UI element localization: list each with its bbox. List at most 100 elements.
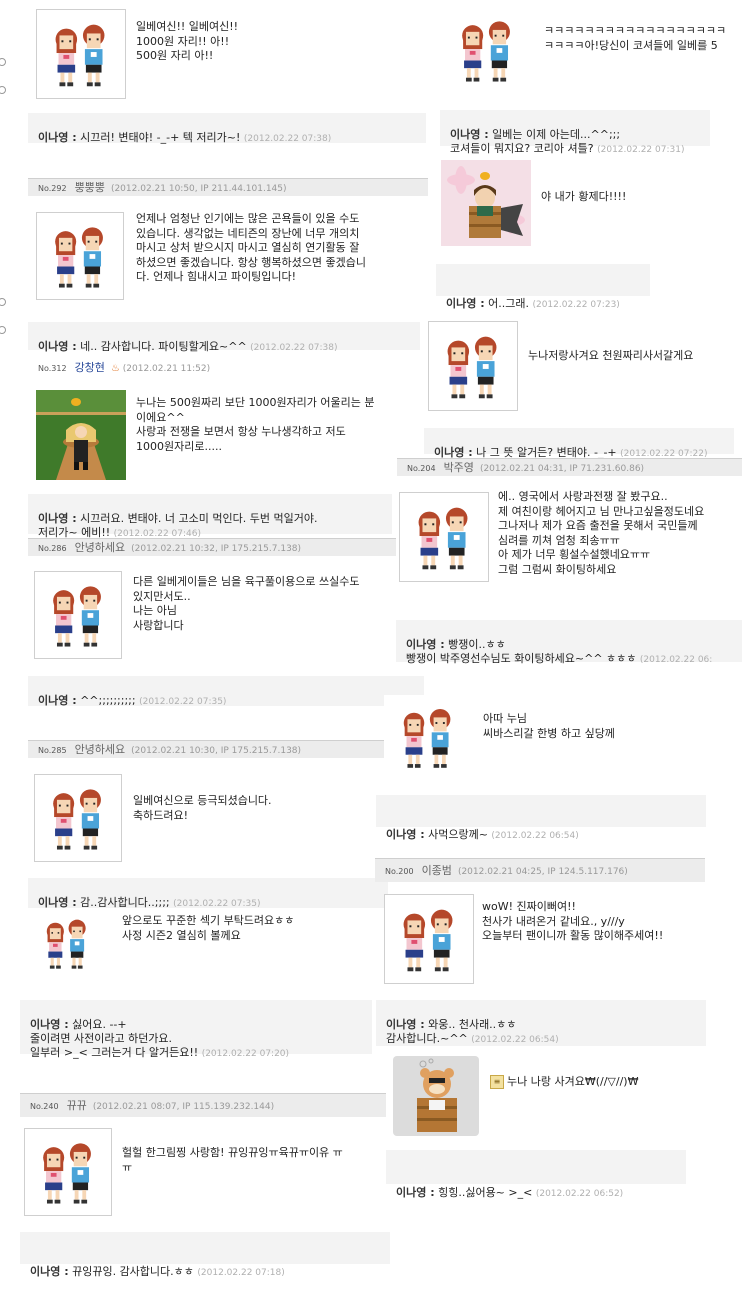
reply-box: 이나영 : 힝힝..싫어용~ >_< (2012.02.22 06:52) xyxy=(386,1150,686,1199)
comment-text: ㅋㅋㅋㅋㅋㅋㅋㅋㅋㅋㅋㅋㅋㅋㅋㅋㅋㅋ ㅋㅋㅋㅋ아!당신이 코셔들에 일베를 5 xyxy=(544,24,727,52)
reply-text: 시끄러! 변태야! -_-+ 텍 저리가~! xyxy=(80,131,241,144)
post-meta: (2012.02.21 11:52) xyxy=(122,364,211,374)
comment-text: 다른 일베게이들은 님을 육구풀이용으로 쓰실수도 있지만서도.. 나는 아님 … xyxy=(133,575,360,632)
reply-box: 이나영 : 일베는 이제 아는데...^^;;; 코셔들이 뭐지요? 코리아 셔… xyxy=(440,110,710,155)
comment-text: 헐헐 한그림찡 사랑함! 뀨잉뀨잉ㅠ육뀨ㅠ이유 ㅠ ㅠ xyxy=(122,1146,343,1174)
reply-time: (2012.02.22 07:18) xyxy=(197,1268,285,1278)
post-number: No.204 xyxy=(407,464,436,473)
reply-time: (2012.02.22 06:54) xyxy=(491,831,579,841)
reply-box: 이나영 : 싫어요. --+ 줄이려면 사전이라고 하던가요. 일부러 >_< … xyxy=(20,1000,372,1059)
reply-box: 이나영 : 뀨잉뀨잉. 감사합니다.ㅎㅎ (2012.02.22 07:18) xyxy=(20,1232,390,1278)
post-number: No.200 xyxy=(385,867,414,876)
reply-box: 이나영 : 시끄러! 변태야! -_-+ 텍 저리가~! (2012.02.22… xyxy=(28,113,426,144)
comment-text: 야 내가 황제다!!!! xyxy=(541,190,627,203)
avatar xyxy=(444,7,532,95)
comment-text: woW! 진짜이뻐여!! 천사가 내려온거 같네요., y///y 오늘부터 팬… xyxy=(482,900,664,942)
post-number: No.240 xyxy=(30,1102,59,1111)
author-name[interactable]: 이종범 xyxy=(422,864,452,877)
comment-text: 일베여신!! 일베여신!! 1000원 자리!! 아!! 500원 자리 아!! xyxy=(136,20,239,62)
reply-author: 이나영 : xyxy=(30,1018,69,1031)
reply-time: (2012.02.22 07:23) xyxy=(532,300,620,310)
edge-dot xyxy=(0,326,6,334)
post-meta: (2012.02.21 10:50, IP 211.44.101.145) xyxy=(110,184,287,194)
edge-dot xyxy=(0,86,6,94)
edge-dot xyxy=(0,298,6,306)
reply-time: (2012.02.22 06: xyxy=(639,655,713,665)
reply-time: (2012.02.22 07:20) xyxy=(201,1049,290,1059)
avatar xyxy=(24,908,112,978)
reply-time: (2012.02.22 07:38) xyxy=(250,343,338,353)
avatar xyxy=(36,212,124,300)
reply-box: 이나영 : 감..감사합니다..;;;; (2012.02.22 07:35) xyxy=(28,878,388,909)
post-meta: (2012.02.21 10:32, IP 175.215.7.138) xyxy=(131,544,302,554)
reply-box: 이나영 : 와웅.. 천사래..ㅎㅎ 감사합니다.~^^ (2012.02.22… xyxy=(376,1000,706,1046)
comment-header: No.204 박주영 (2012.02.21 04:31, IP 71.231.60… xyxy=(397,458,742,476)
reply-box: 이나영 : 나 그 뜻 알거든? 변태야. -_-+ (2012.02.22 0… xyxy=(424,428,734,459)
avatar xyxy=(36,9,126,99)
note-icon: ≡ xyxy=(490,1075,504,1089)
post-number: No.312 xyxy=(38,364,67,373)
comment-text: 에.. 영국에서 사랑과전쟁 잘 봤구요.. 제 여친이랑 헤어지고 님 만나고… xyxy=(498,490,705,576)
comment-header: No.286 안녕하세요 (2012.02.21 10:32, IP 175.215… xyxy=(28,538,396,556)
reply-time: (2012.02.22 06:52) xyxy=(535,1189,624,1199)
reply-author: 이나영 : xyxy=(38,131,77,144)
post-meta: (2012.02.21 04:31, IP 71.231.60.86) xyxy=(479,464,645,474)
post-meta: (2012.02.21 04:25, IP 124.5.117.176) xyxy=(457,867,628,877)
baseball-avatar xyxy=(36,390,126,480)
reply-text: 사먹으랑께~ xyxy=(428,828,488,841)
avatar xyxy=(34,571,122,659)
comment-text: 앞으로도 꾸준한 섹기 부탁드려요ㅎㅎ 사정 시즌2 열심히 볼께요 xyxy=(122,914,295,942)
comment-text: 언제나 엄청난 인기에는 많은 곤욕들이 있을 수도 있습니다. 생각없는 네티… xyxy=(136,212,367,283)
reply-author: 이나영 : xyxy=(406,638,445,651)
reply-author: 이나영 : xyxy=(396,1186,435,1199)
reply-author: 이나영 : xyxy=(38,340,77,353)
author-name[interactable]: 강창현 xyxy=(75,361,105,374)
reply-time: (2012.02.22 07:31) xyxy=(597,145,685,155)
reply-time: (2012.02.22 07:35) xyxy=(139,697,227,707)
author-name[interactable]: 안녕하세요 xyxy=(75,743,126,756)
author-name[interactable]: 뀨뀨 xyxy=(67,1099,87,1112)
reply-author: 이나영 : xyxy=(38,512,77,525)
comment-text: 일베여신으로 등극되셨습니다. 축하드려요! xyxy=(133,794,272,822)
reply-text: ^^;;;;;;;;;; xyxy=(80,694,136,707)
reply-box: 이나영 : 네.. 감사합니다. 파이팅할게요~^^ (2012.02.22 0… xyxy=(28,322,420,353)
avatar xyxy=(384,695,474,781)
comment-header: No.240 뀨뀨 (2012.02.21 08:07, IP 115.139.23… xyxy=(20,1093,386,1117)
reply-text: 힝힝..싫어용~ >_< xyxy=(438,1186,533,1199)
avatar xyxy=(24,1128,112,1216)
reply-box: 이나영 : 사먹으랑께~ (2012.02.22 06:54) xyxy=(376,795,706,841)
avatar xyxy=(428,321,518,411)
post-meta: (2012.02.21 10:30, IP 175.215.7.138) xyxy=(131,746,302,756)
post-number: No.285 xyxy=(38,746,67,755)
reply-author: 이나영 : xyxy=(446,297,485,310)
comment-header: No.200 이종범 (2012.02.21 04:25, IP 124.5.117… xyxy=(375,858,705,882)
reply-text: 어..그래. xyxy=(488,297,529,310)
reply-time: (2012.02.22 06:54) xyxy=(471,1035,559,1045)
reply-box: 이나영 : ^^;;;;;;;;;; (2012.02.22 07:35) xyxy=(28,676,424,707)
reply-text: 네.. 감사합니다. 파이팅할게요~^^ xyxy=(80,340,247,353)
author-name[interactable]: 뿡뿡뿡 xyxy=(75,181,105,194)
flower-avatar xyxy=(441,160,531,246)
avatar xyxy=(384,894,474,984)
comment-header: No.285 안녕하세요 (2012.02.21 10:30, IP 175.215… xyxy=(28,740,396,758)
comment-text: 누나는 500원짜리 보단 1000원자리가 어울리는 분 이에요^^ 사랑과 … xyxy=(136,396,375,453)
fire-icon: ♨ xyxy=(110,363,120,374)
reply-box: 이나영 : 어..그래. (2012.02.22 07:23) xyxy=(436,264,650,310)
edge-dot xyxy=(0,58,6,66)
reply-text: 뀨잉뀨잉. 감사합니다.ㅎㅎ xyxy=(72,1265,194,1278)
comment-text: 누나 나랑 사겨요₩(//▽//)₩ xyxy=(507,1075,639,1088)
comment-header: No.312 강창현 ♨ (2012.02.21 11:52) xyxy=(28,358,428,378)
reply-author: 이나영 : xyxy=(450,128,489,141)
post-number: No.292 xyxy=(38,184,67,193)
author-name[interactable]: 안녕하세요 xyxy=(75,541,126,554)
reply-box: 이나영 : 시끄러요. 변태야. 너 고소미 먹인다. 두번 먹일거야. 저리가… xyxy=(28,494,392,539)
reply-time: (2012.02.22 07:35) xyxy=(173,899,261,909)
reply-author: 이나영 : xyxy=(386,1018,425,1031)
post-number: No.286 xyxy=(38,544,67,553)
author-name[interactable]: 박주영 xyxy=(444,461,474,474)
reply-author: 이나영 : xyxy=(30,1265,69,1278)
reply-author: 이나영 : xyxy=(38,694,77,707)
avatar xyxy=(34,774,122,862)
comment-text: 누나저랑사겨요 천원짜리사서갈게요 xyxy=(528,349,694,362)
post-meta: (2012.02.21 08:07, IP 115.139.232.144) xyxy=(92,1102,275,1112)
